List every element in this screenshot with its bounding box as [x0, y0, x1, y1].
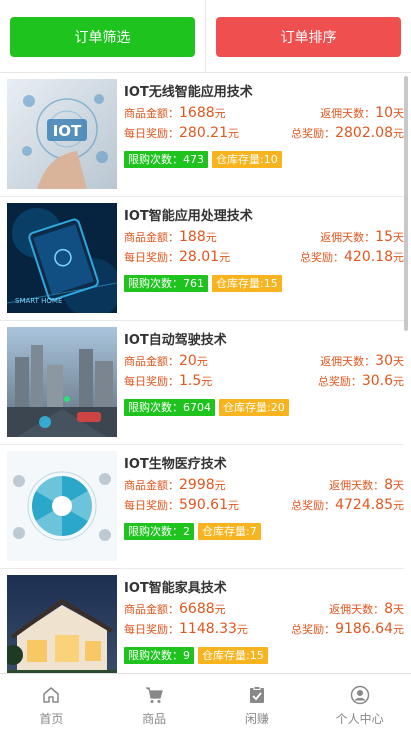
- clipboard-check-icon: [246, 684, 268, 706]
- product-list[interactable]: IOT IOT无线智能应用技术 商品金额：1688元 返佣天数：10天 每日奖励…: [0, 73, 411, 673]
- days-field: 返佣天数：10天: [320, 105, 404, 121]
- product-card[interactable]: IOT自动驾驶技术 商品金额：20元 返佣天数：30天 每日奖励：1.5元 总奖…: [0, 321, 404, 445]
- product-image: SMART HOME: [7, 203, 117, 313]
- product-title: IOT智能家具技术: [124, 581, 227, 596]
- product-title: IOT无线智能应用技术: [124, 85, 253, 100]
- home-icon: [40, 684, 62, 706]
- product-image: [7, 575, 117, 673]
- total-reward-field: 总奖励：2802.08元: [291, 125, 404, 141]
- stock-badge: 仓库存量:15: [212, 275, 282, 292]
- order-sort-button[interactable]: 订单排序: [216, 17, 401, 57]
- cart-icon: [143, 684, 165, 706]
- limit-badge: 限购次数：9: [124, 647, 194, 664]
- tab-label: 个人中心: [335, 712, 384, 726]
- days-field: 返佣天数：15天: [320, 229, 404, 245]
- daily-reward-field: 每日奖励：590.61元: [124, 497, 239, 513]
- limit-badge: 限购次数：473: [124, 151, 208, 168]
- amount-field: 商品金额：1688元: [124, 105, 226, 121]
- amount-field: 商品金额：6688元: [124, 601, 226, 617]
- product-card[interactable]: IOT IOT无线智能应用技术 商品金额：1688元 返佣天数：10天 每日奖励…: [0, 73, 404, 197]
- daily-reward-field: 每日奖励：28.01元: [124, 249, 231, 265]
- total-reward-field: 总奖励：9186.64元: [291, 621, 404, 637]
- stock-badge: 仓库存量:10: [212, 151, 282, 168]
- bottom-tabbar: 首页 商品 闲赚 个人中心: [0, 673, 411, 731]
- daily-reward-field: 每日奖励：1148.33元: [124, 621, 248, 637]
- order-filter-button[interactable]: 订单筛选: [10, 17, 195, 57]
- tab-label: 商品: [142, 712, 167, 726]
- product-image: [7, 327, 117, 437]
- stock-badge: 仓库存量:15: [198, 647, 268, 664]
- tab-products[interactable]: 商品: [103, 674, 206, 731]
- total-reward-field: 总奖励：4724.85元: [291, 497, 404, 513]
- tab-label: 闲赚: [244, 712, 269, 726]
- top-toolbar: 订单筛选 订单排序: [0, 0, 411, 73]
- total-reward-field: 总奖励：420.18元: [300, 249, 404, 265]
- divider: [205, 0, 206, 72]
- tab-label: 首页: [39, 712, 64, 726]
- scrollbar[interactable]: [404, 76, 408, 331]
- limit-badge: 限购次数：2: [124, 523, 194, 540]
- limit-badge: 限购次数：761: [124, 275, 208, 292]
- product-title: IOT生物医疗技术: [124, 457, 227, 472]
- amount-field: 商品金额：20元: [124, 353, 208, 369]
- limit-badge: 限购次数：6704: [124, 399, 215, 416]
- tab-profile[interactable]: 个人中心: [308, 674, 411, 731]
- stock-badge: 仓库存量:20: [219, 399, 289, 416]
- svg-text:IOT: IOT: [53, 122, 82, 140]
- product-title: IOT智能应用处理技术: [124, 209, 253, 224]
- product-title: IOT自动驾驶技术: [124, 333, 227, 348]
- days-field: 返佣天数：30天: [320, 353, 404, 369]
- product-card[interactable]: SMART HOME IOT智能应用处理技术 商品金额：188元 返佣天数：15…: [0, 197, 404, 321]
- amount-field: 商品金额：2998元: [124, 477, 226, 493]
- days-field: 返佣天数：8天: [329, 601, 404, 617]
- days-field: 返佣天数：8天: [329, 477, 404, 493]
- product-card[interactable]: IOT生物医疗技术 商品金额：2998元 返佣天数：8天 每日奖励：590.61…: [0, 445, 404, 569]
- daily-reward-field: 每日奖励：1.5元: [124, 373, 213, 389]
- user-icon: [349, 684, 371, 706]
- product-card[interactable]: IOT智能家具技术 商品金额：6688元 返佣天数：8天 每日奖励：1148.3…: [0, 569, 404, 673]
- total-reward-field: 总奖励：30.6元: [317, 373, 404, 389]
- product-image: IOT: [7, 79, 117, 189]
- stock-badge: 仓库存量:7: [198, 523, 261, 540]
- amount-field: 商品金额：188元: [124, 229, 217, 245]
- svg-text:SMART HOME: SMART HOME: [15, 297, 62, 305]
- daily-reward-field: 每日奖励：280.21元: [124, 125, 239, 141]
- tab-earn[interactable]: 闲赚: [206, 674, 309, 731]
- product-image: [7, 451, 117, 561]
- tab-home[interactable]: 首页: [0, 674, 103, 731]
